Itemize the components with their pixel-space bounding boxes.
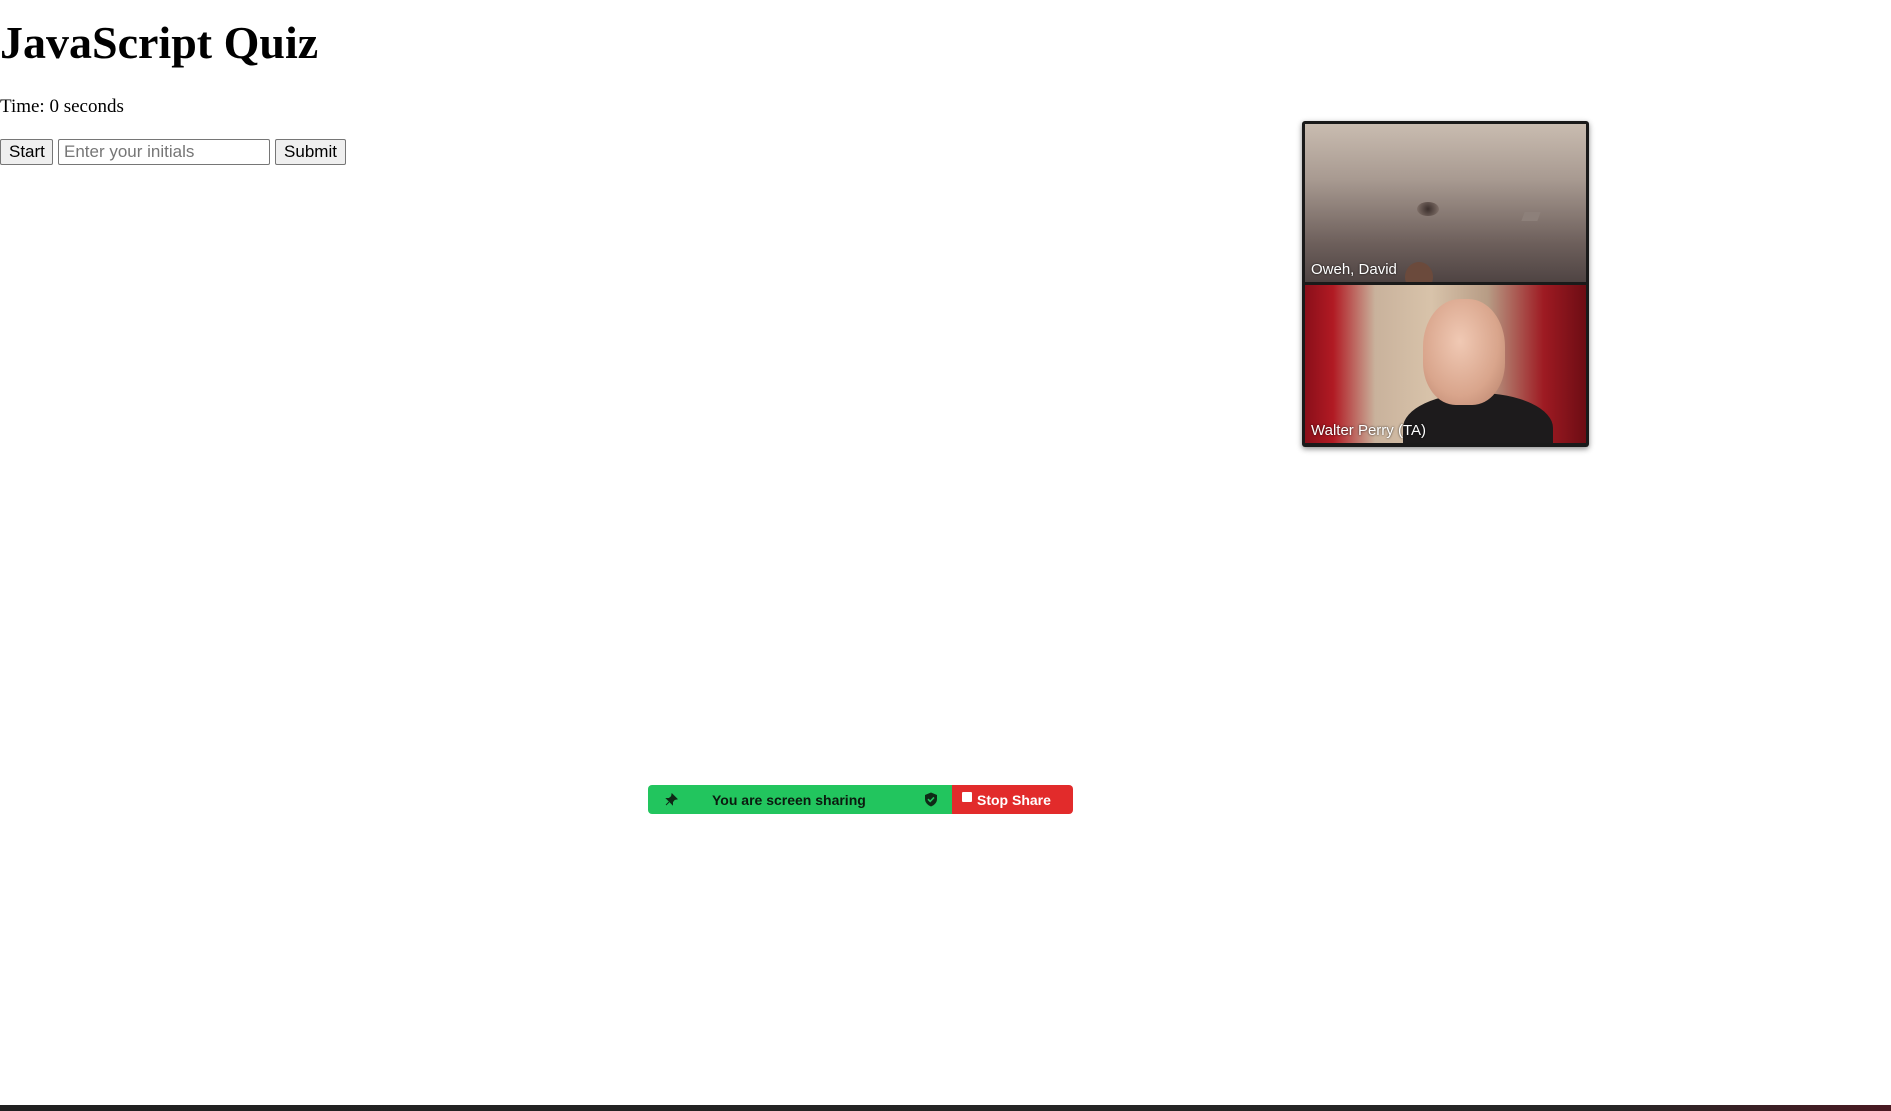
share-status-area[interactable]: You are screen sharing [648, 785, 952, 814]
stop-icon [962, 792, 972, 802]
pin-icon-glyph [664, 793, 678, 806]
taskbar-edge [0, 1105, 1891, 1111]
start-button[interactable]: Start [0, 139, 53, 165]
stop-share-label: Stop Share [977, 791, 1051, 808]
participant-name: Oweh, David [1311, 261, 1397, 278]
page-title: JavaScript Quiz [0, 17, 319, 68]
initials-input[interactable] [58, 139, 270, 165]
shield-icon-glyph [925, 792, 937, 807]
quiz-controls: Start Submit [0, 139, 346, 165]
stop-share-button[interactable]: Stop Share [952, 785, 1073, 814]
video-frame-detail [1423, 299, 1505, 405]
video-panel[interactable]: Oweh, David Walter Perry (TA) [1302, 121, 1589, 447]
video-frame-detail [1417, 202, 1439, 216]
participant-name: Walter Perry (TA) [1311, 422, 1426, 439]
video-frame-detail [1521, 212, 1541, 221]
screen-share-bar: You are screen sharing Stop Share [648, 785, 1073, 814]
submit-button[interactable]: Submit [275, 139, 346, 165]
video-tile-oweh-david[interactable]: Oweh, David [1305, 124, 1586, 282]
video-frame-detail [1405, 262, 1433, 282]
timer-text: Time: 0 seconds [0, 96, 124, 117]
pin-icon[interactable] [664, 793, 678, 807]
video-tile-walter-perry[interactable]: Walter Perry (TA) [1305, 285, 1586, 443]
quiz-page: JavaScript Quiz Time: 0 seconds Start Su… [0, 0, 1891, 1111]
shield-icon[interactable] [924, 792, 938, 807]
share-status-text: You are screen sharing [712, 791, 866, 808]
